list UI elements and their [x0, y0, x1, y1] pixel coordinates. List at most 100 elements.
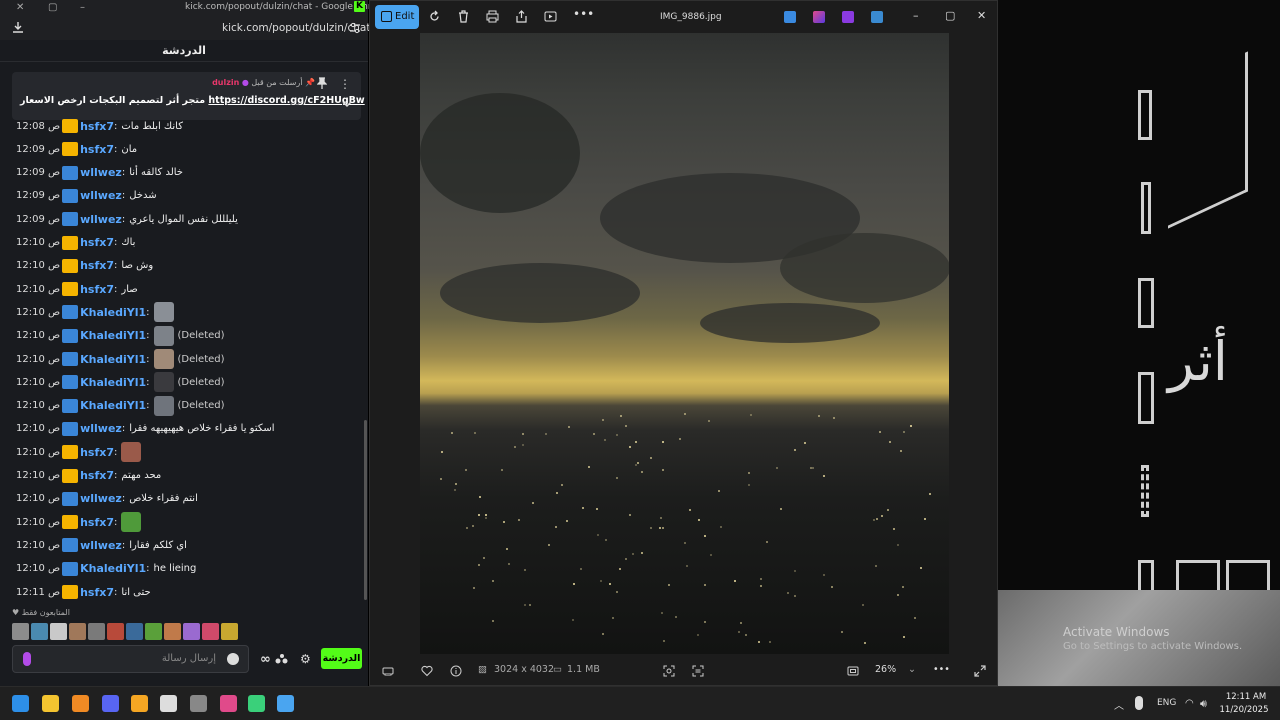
message-username[interactable]: hsfx7 [80, 469, 114, 482]
wifi-icon[interactable]: ◠ [1185, 698, 1194, 709]
message-username[interactable]: hsfx7 [80, 516, 114, 529]
obs-icon[interactable] [160, 695, 177, 712]
chat-settings-icon[interactable]: ⚙ [300, 652, 311, 666]
app-green-icon[interactable] [248, 695, 265, 712]
community-icon[interactable] [275, 653, 289, 665]
message-username[interactable]: KhalediYl1 [80, 329, 146, 342]
app-designer-icon[interactable] [813, 11, 825, 23]
message-username[interactable]: KhalediYl1 [80, 353, 146, 366]
clock-time[interactable]: 12:11 AM [1222, 692, 1270, 702]
message-username[interactable]: wllwez [80, 492, 122, 505]
filmstrip-icon[interactable] [382, 665, 394, 677]
chat-message[interactable]: 12:10 ص KhalediYl1: (Deleted) [16, 325, 225, 346]
fit-to-window-icon[interactable] [847, 665, 859, 677]
chat-message[interactable]: 12:08 ص hsfx7: كانك ابلط مات [16, 117, 183, 135]
pinned-author[interactable]: dulzin [212, 78, 239, 87]
fullscreen-icon[interactable] [974, 665, 986, 677]
chat-message[interactable]: 12:11 ص hsfx7: حتى انا [16, 583, 151, 601]
chat-message[interactable]: 12:10 ص wllwez: اي كلكم فقارا [16, 536, 187, 554]
chat-message[interactable]: 12:09 ص wllwez: خالد كالقه أنا [16, 164, 183, 182]
minimize-window-button[interactable]: – [80, 2, 85, 13]
pinned-menu-icon[interactable]: ⋮ [339, 77, 351, 91]
chat-message[interactable]: 12:10 ص hsfx7: [16, 442, 142, 463]
message-username[interactable]: hsfx7 [80, 143, 114, 156]
app-clipchamp-icon[interactable] [784, 11, 796, 23]
app-bolt-icon[interactable] [131, 695, 148, 712]
chat-message[interactable]: 12:10 ص wllwez: اسكتو يا فقراء خلاص هيهيهي… [16, 420, 275, 438]
photos-app-icon[interactable] [277, 695, 294, 712]
tray-mic-icon[interactable] [1135, 696, 1143, 710]
quick-emote[interactable] [164, 623, 181, 640]
chat-message[interactable]: 12:10 ص hsfx7: [16, 512, 142, 533]
emoji-picker-icon[interactable] [227, 653, 239, 665]
quick-emote[interactable] [183, 623, 200, 640]
chat-message[interactable]: 12:10 ص hsfx7: باك [16, 234, 135, 252]
message-username[interactable]: wllwez [80, 213, 122, 226]
print-icon[interactable] [486, 10, 499, 23]
chat-message[interactable]: 12:10 ص hsfx7: وش صا [16, 257, 153, 275]
message-username[interactable]: wllwez [80, 189, 122, 202]
edit-button[interactable]: Edit [375, 5, 419, 29]
input-language[interactable]: ENG [1157, 698, 1176, 708]
slideshow-icon[interactable] [544, 10, 557, 23]
quick-emote[interactable] [107, 623, 124, 640]
chat-message[interactable]: 12:09 ص wllwez: يليلللل نفس الموال ياعري [16, 210, 238, 228]
chevron-down-icon[interactable] [341, 99, 353, 109]
zoom-dropdown-icon[interactable]: ⌄ [908, 664, 916, 675]
chat-input[interactable]: إرسال رسالة [12, 645, 249, 673]
chat-message[interactable]: 12:10 ص KhalediYl1: (Deleted) [16, 395, 225, 416]
site-settings-icon[interactable] [349, 22, 361, 34]
app-a-icon[interactable] [72, 695, 89, 712]
message-username[interactable]: hsfx7 [80, 586, 114, 599]
message-username[interactable]: KhalediYl1 [80, 376, 146, 389]
quick-emote[interactable] [126, 623, 143, 640]
message-username[interactable]: hsfx7 [80, 120, 114, 133]
chat-message[interactable]: 12:10 ص KhalediYl1: (Deleted) [16, 372, 225, 393]
chat-message[interactable]: 12:10 ص KhalediYl1: (Deleted) [16, 349, 225, 369]
maximize-window-button[interactable]: ▢ [48, 2, 57, 13]
mic-icon[interactable] [23, 652, 31, 666]
show-hidden-icons-chevron[interactable]: ︿ [1114, 697, 1124, 712]
share-icon[interactable] [515, 10, 528, 23]
rotate-icon[interactable] [428, 10, 441, 23]
quick-emote[interactable] [69, 623, 86, 640]
message-username[interactable]: wllwez [80, 539, 122, 552]
chat-message[interactable]: 12:09 ص hsfx7: مان [16, 140, 137, 158]
download-icon[interactable] [12, 21, 24, 34]
quick-emote[interactable] [145, 623, 162, 640]
quick-emote[interactable] [202, 623, 219, 640]
app-tools-icon[interactable] [190, 695, 207, 712]
message-username[interactable]: KhalediYl1 [80, 562, 146, 575]
discord-icon[interactable] [102, 695, 119, 712]
close-window-button[interactable]: ✕ [16, 2, 24, 13]
chat-message-list[interactable]: 12:08 ص hsfx7: كانك ابلط مات 12:09 ص hsfx7: م… [0, 115, 364, 605]
chat-message[interactable]: 12:10 ص KhalediYl1: he lieing [16, 560, 196, 578]
visual-search-icon[interactable] [663, 665, 675, 677]
message-username[interactable]: hsfx7 [80, 236, 114, 249]
chat-message[interactable]: 12:10 ص hsfx7: محد مهتم [16, 467, 161, 485]
message-username[interactable]: KhalediYl1 [80, 399, 146, 412]
message-username[interactable]: hsfx7 [80, 259, 114, 272]
chat-message[interactable]: 12:09 ص wllwez: شدخل [16, 187, 157, 205]
chat-scrollbar[interactable] [364, 420, 367, 600]
file-info-icon[interactable] [450, 665, 462, 677]
clock-date[interactable]: 11/20/2025 [1218, 705, 1270, 715]
photos-minimize-button[interactable]: – [913, 9, 919, 22]
infinity-icon[interactable]: ∞ [260, 652, 271, 667]
chat-message[interactable]: 12:10 ص wllwez: انتم فقراء خلاص [16, 490, 198, 508]
volume-icon[interactable]: 🔊︎ [1200, 697, 1207, 711]
message-username[interactable]: wllwez [80, 166, 122, 179]
quick-emote[interactable] [31, 623, 48, 640]
scan-text-icon[interactable] [692, 665, 704, 677]
chat-message[interactable]: 12:10 ص hsfx7: صار [16, 280, 138, 298]
onedrive-icon[interactable] [871, 11, 883, 23]
quick-emote[interactable] [50, 623, 67, 640]
quick-emote[interactable] [12, 623, 29, 640]
message-username[interactable]: wllwez [80, 422, 122, 435]
favorite-icon[interactable] [421, 665, 433, 677]
more-options-icon[interactable]: ••• [573, 7, 594, 21]
message-username[interactable]: KhalediYl1 [80, 306, 146, 319]
app-studio-icon[interactable] [842, 11, 854, 23]
file-explorer-icon[interactable] [42, 695, 59, 712]
chat-message[interactable]: 12:10 ص KhalediYl1: [16, 302, 174, 323]
